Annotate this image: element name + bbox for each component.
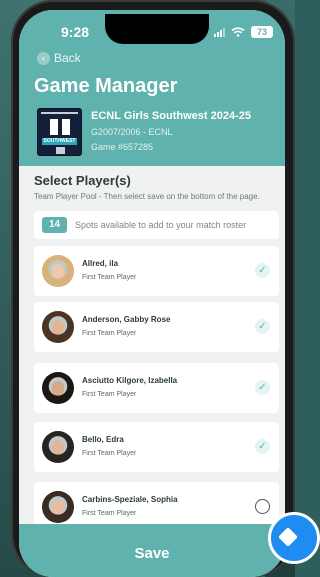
header: 9:28 73 ‹ Back Game Manager SOUTHWEST EC… xyxy=(19,10,285,166)
player-avatar xyxy=(42,491,74,523)
save-button[interactable]: Save xyxy=(19,524,285,577)
team-name: ECNL Girls Southwest 2024-25 xyxy=(91,110,251,122)
section-subtitle: Team Player Pool - Then select save on t… xyxy=(34,192,260,201)
player-row[interactable]: Anderson, Gabby Rose First Team Player ✓ xyxy=(34,302,279,352)
page-title: Game Manager xyxy=(34,75,178,97)
back-label: Back xyxy=(54,51,81,65)
help-fab-button[interactable] xyxy=(268,512,320,564)
player-role: First Team Player xyxy=(82,510,137,517)
player-avatar xyxy=(42,255,74,287)
player-name: Carbins-Speziale, Sophia xyxy=(82,495,178,504)
status-bar: 9:28 73 xyxy=(19,14,285,44)
player-name: Bello, Edra xyxy=(82,435,124,444)
save-label: Save xyxy=(134,545,170,562)
spots-count-badge: 14 xyxy=(42,217,67,233)
player-row[interactable]: Allred, ila First Team Player ✓ xyxy=(34,246,279,296)
team-group: G2007/2006 - ECNL xyxy=(91,127,173,137)
checkmark-icon[interactable]: ✓ xyxy=(255,263,270,278)
battery-icon: 73 xyxy=(251,26,273,38)
player-role: First Team Player xyxy=(82,391,137,398)
player-avatar xyxy=(42,431,74,463)
spots-available-card: 14 Spots available to add to your match … xyxy=(34,211,279,239)
select-radio[interactable] xyxy=(255,499,270,514)
checkmark-icon[interactable]: ✓ xyxy=(255,439,270,454)
back-button[interactable]: ‹ Back xyxy=(37,51,81,65)
player-role: First Team Player xyxy=(82,330,137,337)
player-role: First Team Player xyxy=(82,274,137,281)
app-screen: 9:28 73 ‹ Back Game Manager SOUTHWEST EC… xyxy=(19,10,285,577)
player-row[interactable]: Bello, Edra First Team Player ✓ xyxy=(34,422,279,472)
player-avatar xyxy=(42,311,74,343)
player-avatar xyxy=(42,372,74,404)
chat-icon xyxy=(278,527,298,547)
notch xyxy=(105,14,209,44)
checkmark-icon[interactable]: ✓ xyxy=(255,319,270,334)
status-icons: 73 xyxy=(214,26,273,38)
player-name: Allred, ila xyxy=(82,259,119,268)
chevron-left-icon: ‹ xyxy=(37,51,50,65)
player-name: Asciutto Kilgore, Izabella xyxy=(82,376,178,385)
team-logo: SOUTHWEST xyxy=(37,108,82,156)
status-time: 9:28 xyxy=(61,24,90,40)
spots-text: Spots available to add to your match ros… xyxy=(75,220,247,230)
signal-icon xyxy=(214,27,225,37)
checkmark-icon[interactable]: ✓ xyxy=(255,380,270,395)
player-row[interactable]: Asciutto Kilgore, Izabella First Team Pla… xyxy=(34,363,279,413)
player-role: First Team Player xyxy=(82,450,137,457)
team-info-block: SOUTHWEST ECNL Girls Southwest 2024-25 G… xyxy=(37,108,251,156)
wifi-icon xyxy=(231,27,245,37)
section-title: Select Player(s) xyxy=(34,173,131,188)
team-game-number: Game #657285 xyxy=(91,142,154,152)
player-name: Anderson, Gabby Rose xyxy=(82,315,171,324)
team-logo-text: SOUTHWEST xyxy=(42,138,77,145)
